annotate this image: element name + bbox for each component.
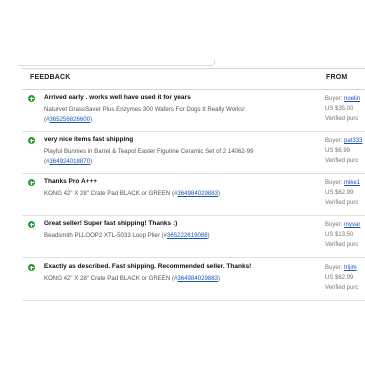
positive-feedback-icon [28,221,35,228]
item-description: Beadsmith PLLOOP2 XTL-5033 Loop Plier (#… [44,232,210,239]
item-title: Playful Bunnies in Barrel & Teapot Easte… [44,148,254,155]
verified-purchase-label: Verified purc [325,116,359,122]
feedback-comment: very nice items fast shipping [44,136,134,143]
item-price: US $62.99 [325,275,354,281]
item-description: KONG 42" X 28" Crate Pad BLACK or GREEN … [44,275,221,282]
buyer-info: Buyer: mike1 US $62.99 Verified purc [325,180,361,206]
item-title: Beadsmith PLLOOP2 XTL-5033 Loop Plier (# [44,232,167,239]
item-price: US $13.50 [325,232,354,238]
from-column-header: FROM [326,74,348,81]
item-price: US $62.99 [325,190,354,196]
feedback-row: Great seller! Super fast shipping! Thank… [22,215,365,258]
feedback-row: Arrived early . works well have used it … [22,89,365,132]
item-number-link[interactable]: 364984029883 [177,190,218,197]
buyer-username-link[interactable]: noelin [344,96,360,102]
verified-purchase-label: Verified purc [325,242,359,248]
positive-feedback-icon [28,264,35,271]
top-divider [19,60,215,66]
buyer-info: Buyer: myvar US $13.50 Verified purc [325,222,361,248]
positive-feedback-icon [28,95,35,102]
item-price: US $35.00 [325,106,354,112]
item-number-link[interactable]: 364924018870 [49,158,90,165]
buyer-info: Buyer: pat333 US $6.99 Verified purc [325,138,363,164]
feedback-comment: Arrived early . works well have used it … [44,94,191,101]
item-description: KONG 42" X 28" Crate Pad BLACK or GREEN … [44,190,221,197]
feedback-row: very nice items fast shipping Playful Bu… [22,131,365,174]
feedback-row: Exactly as described. Fast shipping. Rec… [22,258,365,301]
feedback-row: Thanks Pro A+++ KONG 42" X 28" Crate Pad… [22,173,365,216]
verified-purchase-label: Verified purc [325,158,359,164]
feedback-column-header: FEEDBACK [30,74,71,81]
positive-feedback-icon [28,137,35,144]
buyer-username-link[interactable]: trijim [344,265,357,271]
feedback-comment: Great seller! Super fast shipping! Thank… [44,220,178,227]
positive-feedback-icon [28,179,35,186]
verified-purchase-label: Verified purc [325,285,359,291]
buyer-username-link[interactable]: myvar [344,222,360,228]
item-number-link[interactable]: 364984029883 [177,275,218,282]
item-title: KONG 42" X 28" Crate Pad BLACK or GREEN … [44,275,178,282]
verified-purchase-label: Verified purc [325,200,359,206]
item-title: Naturvet GrassSaver Plus Enzymes 300 Waf… [44,106,245,113]
item-description: Playful Bunnies in Barrel & Teapot Easte… [44,148,254,165]
buyer-username-link[interactable]: mike1 [344,180,360,186]
feedback-table-header: FEEDBACK FROM [22,68,365,90]
buyer-info: Buyer: trijim US $62.99 Verified purc [325,265,359,291]
item-number-link[interactable]: 365222619088 [167,232,208,239]
buyer-info: Buyer: noelin US $35.00 Verified purc [325,96,361,122]
item-number-link[interactable]: 365256826600 [49,116,90,123]
item-description: Naturvet GrassSaver Plus Enzymes 300 Waf… [44,106,245,123]
feedback-comment: Exactly as described. Fast shipping. Rec… [44,263,252,270]
buyer-username-link[interactable]: pat333 [344,138,362,144]
feedback-comment: Thanks Pro A+++ [44,178,98,185]
item-price: US $6.99 [325,148,351,154]
item-title: KONG 42" X 28" Crate Pad BLACK or GREEN … [44,190,178,197]
